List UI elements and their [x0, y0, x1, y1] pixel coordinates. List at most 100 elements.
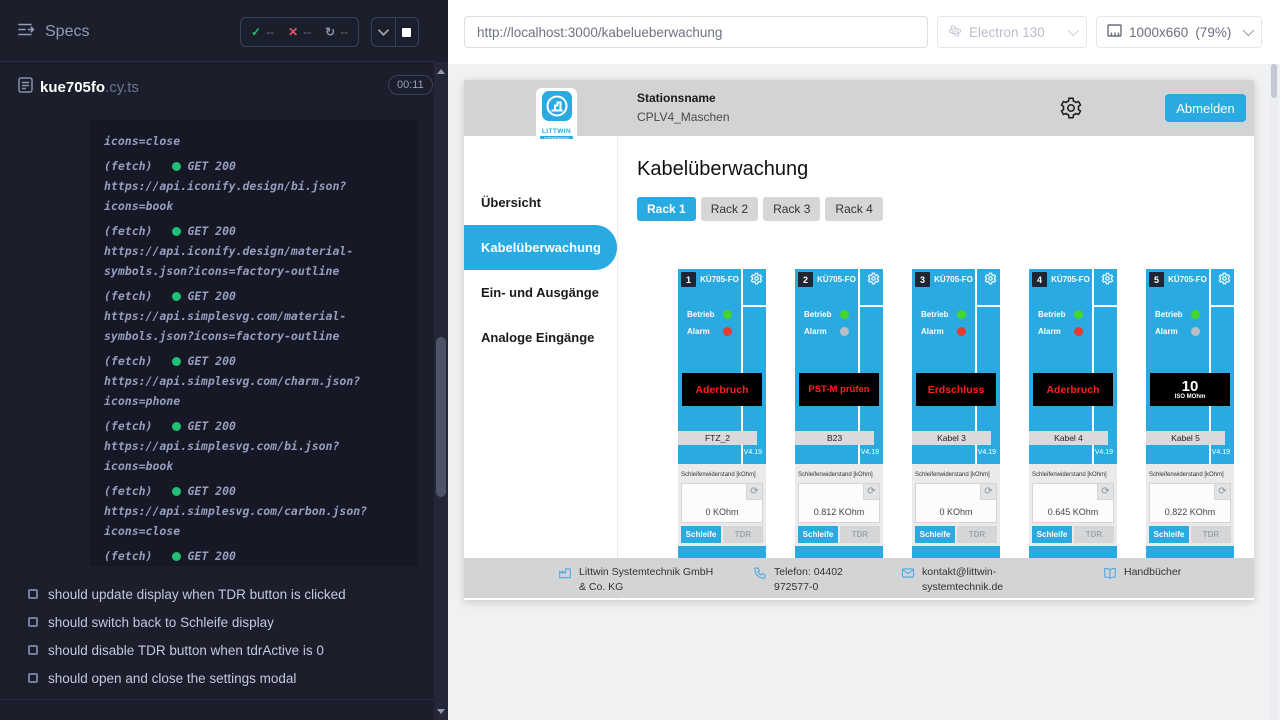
- measurement-value: 0.822 KOhm: [1150, 507, 1230, 517]
- command-log: icons=close (fetch)GET 200 https://api.i…: [90, 120, 418, 566]
- tdr-button[interactable]: TDR: [957, 526, 997, 543]
- schleife-button[interactable]: Schleife: [915, 526, 955, 543]
- tab-rack-1[interactable]: Rack 1: [637, 197, 696, 221]
- specs-menu-button[interactable]: Specs: [18, 22, 89, 42]
- run-controls: [371, 17, 419, 47]
- measurement-panel: Schleifenwiderstand [kOhm] ⟳ 0 KOhm Schl…: [912, 464, 1000, 546]
- measurement-display: ⟳ 0 KOhm: [915, 483, 997, 523]
- screen: Specs ✓-- ✕-- ↻-- kue705fo.: [0, 0, 1280, 720]
- schleife-button[interactable]: Schleife: [798, 526, 838, 543]
- footer-company: Littwin Systemtechnik GmbH & Co. KG: [558, 565, 723, 598]
- stat-passed: ✓--: [251, 25, 274, 39]
- refresh-button[interactable]: ⟳: [1097, 484, 1113, 500]
- test-item[interactable]: should open and close the settings modal: [0, 664, 434, 692]
- tdr-button[interactable]: TDR: [723, 526, 763, 543]
- browser-select[interactable]: Electron 130: [937, 16, 1087, 48]
- scroll-down-icon[interactable]: [434, 704, 448, 718]
- refresh-button[interactable]: ⟳: [1214, 484, 1230, 500]
- app-main: Kabelüberwachung Rack 1 Rack 2 Rack 3 Ra…: [618, 136, 1254, 600]
- log-entry[interactable]: (fetch)GET 200 https://api.iconify.desig…: [104, 156, 404, 216]
- refresh-button[interactable]: ⟳: [863, 484, 879, 500]
- schleife-button[interactable]: Schleife: [681, 526, 721, 543]
- schleife-button[interactable]: Schleife: [1032, 526, 1072, 543]
- test-item[interactable]: should disable TDR button when tdrActive…: [0, 636, 434, 664]
- device-card-1: 1 KÜ705-FO Betrieb Alarm Aderbruch FTZ_2: [678, 269, 766, 561]
- measurement-display: ⟳ 0 KOhm: [681, 483, 763, 523]
- test-item[interactable]: should update display when TDR button is…: [0, 580, 434, 608]
- device-panel: 3 KÜ705-FO Betrieb Alarm Erdschluss Kabe…: [912, 269, 1000, 464]
- settings-gear-button[interactable]: [1059, 96, 1083, 120]
- device-display: PST-M prüfen: [799, 373, 879, 406]
- device-gear-button[interactable]: [867, 272, 880, 288]
- nav-analoge-eingaenge[interactable]: Analoge Eingänge: [464, 315, 617, 360]
- device-card-2: 2 KÜ705-FO Betrieb Alarm PST-M prüfen B2…: [795, 269, 883, 561]
- collapse-button[interactable]: [372, 18, 395, 46]
- device-gear-button[interactable]: [1218, 272, 1231, 288]
- runner-scrollbar[interactable]: [434, 62, 448, 720]
- tab-rack-2[interactable]: Rack 2: [701, 197, 758, 221]
- spec-row[interactable]: kue705fo.cy.ts 00:11: [0, 74, 434, 114]
- test-item[interactable]: should switch back to Schleife display: [0, 608, 434, 636]
- scrollbar-thumb[interactable]: [436, 337, 446, 497]
- measurement-value: 0.812 KOhm: [799, 507, 879, 517]
- log-entry[interactable]: icons=close: [104, 131, 404, 151]
- stop-button[interactable]: [395, 18, 419, 46]
- device-display: Erdschluss: [916, 373, 996, 406]
- logo-wordmark: LITTWIN: [542, 128, 571, 135]
- tdr-button[interactable]: TDR: [840, 526, 880, 543]
- log-entry[interactable]: (fetch)GET 200 https://api.simplesvg.com…: [104, 286, 404, 346]
- device-card-3: 3 KÜ705-FO Betrieb Alarm Erdschluss Kabe…: [912, 269, 1000, 561]
- measurement-panel: Schleifenwiderstand [kOhm] ⟳ 0.822 KOhm …: [1146, 464, 1234, 546]
- url-input[interactable]: [464, 16, 928, 48]
- device-card-4: 4 KÜ705-FO Betrieb Alarm Aderbruch Kabel…: [1029, 269, 1117, 561]
- refresh-button[interactable]: ⟳: [980, 484, 996, 500]
- chevron-down-icon: [1243, 25, 1254, 36]
- scroll-up-icon[interactable]: [434, 64, 448, 78]
- nav-uebersicht[interactable]: Übersicht: [464, 180, 617, 225]
- alarm-led: [840, 327, 849, 336]
- footer-manuals[interactable]: Handbücher: [1103, 565, 1181, 598]
- device-model: KÜ705-FO: [815, 275, 858, 284]
- device-panel: 5 KÜ705-FO Betrieb Alarm 10: [1146, 269, 1234, 464]
- chevron-down-icon: [1068, 25, 1079, 36]
- log-entry[interactable]: (fetch)GET 200 https://api.iconify.desig…: [104, 221, 404, 281]
- phone-icon: [753, 566, 767, 580]
- tdr-button[interactable]: TDR: [1191, 526, 1231, 543]
- status-ok-dot: [172, 292, 181, 301]
- station-name: CPLV4_Maschen: [637, 110, 730, 124]
- schleife-button[interactable]: Schleife: [1149, 526, 1189, 543]
- littwin-logo: LITTWIN SYSTEMTECHNIK: [536, 88, 577, 142]
- device-gear-button[interactable]: [1101, 272, 1114, 288]
- device-cards: 1 KÜ705-FO Betrieb Alarm Aderbruch FTZ_2: [678, 269, 1254, 561]
- station-info: Stationsname CPLV4_Maschen: [637, 91, 730, 124]
- log-entry[interactable]: (fetch)GET 200 https://api.simplesvg.com…: [104, 481, 404, 541]
- betrieb-led: [1074, 310, 1083, 319]
- refresh-button[interactable]: ⟳: [746, 484, 762, 500]
- tdr-button[interactable]: TDR: [1074, 526, 1114, 543]
- test-state-icon: [28, 617, 38, 627]
- tab-rack-3[interactable]: Rack 3: [763, 197, 820, 221]
- device-display: Aderbruch: [682, 373, 762, 406]
- status-ok-dot: [172, 487, 181, 496]
- firmware-version: V4.19: [978, 449, 996, 456]
- tab-rack-4[interactable]: Rack 4: [825, 197, 882, 221]
- test-state-icon: [28, 673, 38, 683]
- log-entry[interactable]: (fetch)GET 200 https://api.simplesvg.com…: [104, 546, 404, 566]
- logout-button[interactable]: Abmelden: [1165, 94, 1246, 122]
- device-gear-button[interactable]: [984, 272, 997, 288]
- log-entry[interactable]: (fetch)GET 200 https://api.simplesvg.com…: [104, 351, 404, 411]
- betrieb-led: [1191, 310, 1200, 319]
- cross-icon: ✕: [288, 25, 298, 39]
- cable-name: Kabel 5: [1146, 431, 1225, 445]
- log-entry[interactable]: (fetch)GET 200 https://api.simplesvg.com…: [104, 416, 404, 476]
- betrieb-led: [840, 310, 849, 319]
- alarm-led: [957, 327, 966, 336]
- rack-tabs: Rack 1 Rack 2 Rack 3 Rack 4: [637, 197, 1254, 221]
- viewport-select[interactable]: 1000x660 (79%): [1096, 16, 1262, 48]
- scrollbar-thumb[interactable]: [1271, 64, 1277, 98]
- nav-kabelueberwachung[interactable]: Kabelüberwachung: [464, 225, 617, 270]
- device-gear-button[interactable]: [750, 272, 763, 288]
- device-number-badge: 4: [1032, 272, 1047, 287]
- nav-ein-und-ausgaenge[interactable]: Ein- und Ausgänge: [464, 270, 617, 315]
- preview-scrollbar[interactable]: [1270, 64, 1278, 720]
